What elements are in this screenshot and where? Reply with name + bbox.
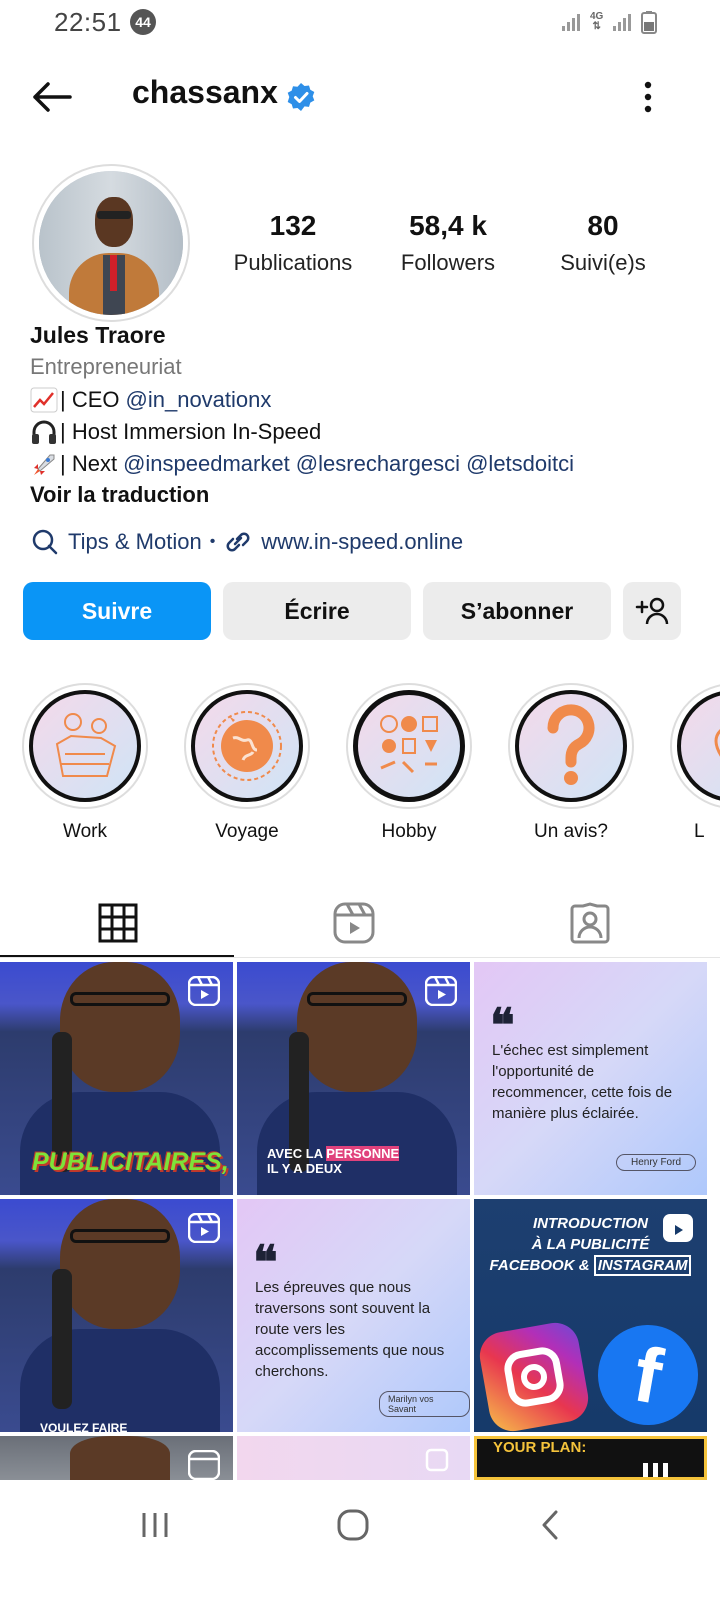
post-thumbnail-reel[interactable] [0, 1436, 233, 1480]
bio-text: | Next [60, 451, 118, 476]
post-thumbnail-reel[interactable]: VOULEZ FAIRE [0, 1199, 233, 1432]
highlight-label: Un avis? [534, 821, 608, 842]
highlight-label: Hobby [381, 821, 437, 842]
stat-value: 132 [269, 210, 317, 241]
notification-count-badge: 44 [130, 9, 156, 35]
recent-apps-icon[interactable] [140, 1510, 170, 1540]
back-arrow-icon[interactable] [30, 80, 74, 114]
post-thumbnail-quote[interactable]: ❝ L'échec est simplement l'opportunité d… [474, 962, 707, 1195]
stat-label: Publications [233, 250, 353, 275]
highlight-label: Voyage [215, 821, 279, 842]
more-options-icon[interactable] [640, 80, 656, 114]
bio-line-2: | Host Immersion In-Speed [30, 419, 321, 445]
stat-label: Followers [400, 250, 496, 275]
suggested-users-button[interactable] [623, 582, 681, 640]
meeting-table-icon [55, 713, 117, 777]
post-thumbnail[interactable] [237, 1436, 470, 1480]
rocket-icon [34, 454, 55, 475]
network-type-icon: 4G ⇅ [590, 11, 604, 32]
highlight-voyage[interactable]: Voyage [184, 683, 310, 843]
reel-indicator-icon [188, 1450, 220, 1480]
reel-indicator-icon [188, 1213, 220, 1243]
bio-mention-link[interactable]: @in_novationx [126, 387, 272, 413]
highlight-un-avis[interactable]: Un avis? [508, 683, 634, 843]
post-caption: AVEC LA PERSONNE IL Y A DEUX [267, 1146, 400, 1176]
threads-chat-icon [32, 529, 58, 555]
instagram-logo [476, 1319, 592, 1432]
profile-avatar[interactable] [32, 164, 190, 322]
tab-tagged[interactable] [472, 888, 708, 958]
post-thumbnail-ad-intro[interactable]: INTRODUCTION À LA PUBLICITÉ FACEBOOK & I… [474, 1199, 707, 1432]
bio-line-1: | CEO @in_novationx [30, 387, 271, 413]
bio-mention-links[interactable]: @inspeedmarket @lesrechargesci @letsdoit… [123, 451, 574, 477]
profile-name: Jules Traore [30, 322, 166, 348]
link-separator: • [209, 533, 216, 550]
link-chain-icon [226, 532, 250, 552]
website-link[interactable]: www.in-speed.online [261, 529, 463, 555]
bio-line-3: | Next @inspeedmarket @lesrechargesci @l… [30, 451, 574, 477]
facebook-logo: f [590, 1317, 706, 1432]
reel-indicator-icon [188, 976, 220, 1006]
post-caption: VOULEZ FAIRE [40, 1421, 128, 1432]
grid-icon [98, 903, 138, 943]
reel-indicator-icon [663, 1214, 693, 1242]
globe-plane-icon [212, 711, 282, 781]
tab-reels[interactable] [236, 888, 472, 958]
system-back-icon[interactable] [538, 1508, 562, 1542]
post-caption: PUBLICITAIRES, [32, 1148, 229, 1176]
carousel-icon [425, 1448, 449, 1472]
see-translation-link[interactable]: Voir la traduction [30, 482, 209, 508]
subscribe-button[interactable]: S’abonner [423, 582, 611, 640]
profile-username: chassanx [132, 74, 278, 110]
post-quote-text: Les épreuves que nous traversons sont so… [255, 1279, 445, 1380]
stat-label: Suivi(e)s [560, 250, 646, 275]
post-quote-author: Marilyn vos Savant [379, 1391, 470, 1417]
profile-category: Entrepreneuriat [30, 354, 182, 379]
message-button[interactable]: Écrire [223, 582, 411, 640]
tab-posts-grid[interactable] [0, 888, 236, 958]
highlight-hobby[interactable]: Hobby [346, 683, 472, 843]
highlight-label: L [694, 821, 705, 842]
stat-value: 58,4 k [409, 210, 487, 241]
wifi-signal-icon [562, 14, 580, 31]
follow-button[interactable]: Suivre [23, 582, 211, 640]
post-quote-author: Henry Ford [616, 1154, 697, 1171]
status-icons: 4G ⇅ [560, 10, 658, 34]
post-caption: YOUR PLAN: [493, 1439, 587, 1456]
post-thumbnail-reel[interactable]: AVEC LA PERSONNE IL Y A DEUX [237, 962, 470, 1195]
location-pin-icon [714, 729, 720, 757]
tabs-divider [0, 957, 720, 958]
highlight-work[interactable]: Work [22, 683, 148, 843]
stat-followers[interactable]: 58,4 k Followers [363, 210, 533, 276]
checkered-flag-icon [643, 1463, 669, 1477]
stat-following[interactable]: 80 Suivi(e)s [518, 210, 688, 276]
thread-link[interactable]: Tips & Motion [68, 529, 202, 555]
post-thumbnail-reel[interactable]: PUBLICITAIRES, [0, 962, 233, 1195]
highlight-label: Work [63, 821, 107, 842]
post-quote-text: L'échec est simplement l'opportunité de … [492, 1042, 673, 1122]
verified-badge-icon [287, 83, 315, 111]
reels-icon [333, 902, 375, 944]
headphones-icon [32, 420, 56, 444]
reel-indicator-icon [425, 976, 457, 1006]
add-person-icon [635, 597, 669, 625]
post-thumbnail-quote[interactable]: ❝ Les épreuves que nous traversons sont … [237, 1199, 470, 1432]
cell-signal-icon [613, 14, 632, 31]
question-mark-icon [547, 704, 595, 785]
avatar-photo [39, 171, 183, 315]
home-icon[interactable] [336, 1508, 370, 1542]
hobby-icons-grid-icon [380, 715, 438, 774]
profile-links-row: Tips & Motion • www.in-speed.online [30, 528, 463, 556]
tagged-person-icon [570, 902, 610, 944]
highlight-partial[interactable]: L [670, 683, 720, 843]
battery-icon [641, 11, 658, 34]
bio-text: | CEO [60, 387, 120, 412]
chart-increasing-icon [30, 387, 58, 413]
bio-text: | Host Immersion In-Speed [60, 419, 322, 444]
status-time: 22:51 [54, 7, 122, 37]
system-navigation-bar [0, 1480, 720, 1600]
stat-publications[interactable]: 132 Publications [208, 210, 378, 276]
post-thumbnail-plan[interactable]: YOUR PLAN: [474, 1436, 707, 1480]
stat-value: 80 [587, 210, 619, 241]
